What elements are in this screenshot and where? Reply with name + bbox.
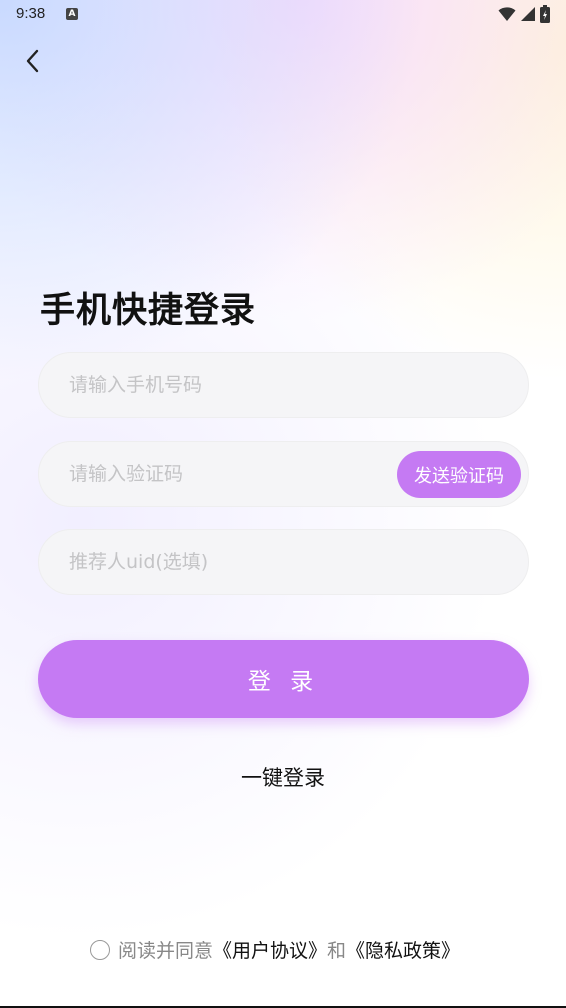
page-title: 手机快捷登录 — [40, 291, 257, 331]
battery-icon — [540, 5, 550, 27]
status-time: 9:38 — [16, 5, 46, 22]
send-code-button[interactable]: 发送验证码 — [397, 451, 521, 498]
notification-icon: A — [66, 8, 78, 20]
phone-input[interactable] — [69, 353, 409, 417]
one-key-login-container: 一键登录 — [0, 762, 566, 792]
status-icons — [498, 5, 550, 27]
login-button[interactable]: 登 录 — [38, 640, 529, 718]
one-key-login-link[interactable]: 一键登录 — [241, 766, 325, 790]
agreement-prefix: 阅读并同意 — [118, 940, 214, 962]
privacy-policy-link[interactable]: 《隐私政策》 — [346, 936, 460, 963]
status-bar: 9:38 A — [0, 0, 566, 30]
back-button[interactable] — [16, 46, 50, 80]
agree-radio[interactable] — [90, 939, 110, 960]
code-field: 发送验证码 — [38, 441, 529, 507]
chevron-left-icon — [23, 49, 43, 77]
agreement-and: 和 — [327, 940, 347, 962]
code-input[interactable] — [69, 442, 409, 506]
user-agreement-link[interactable]: 《用户协议》 — [213, 936, 327, 963]
referrer-field — [38, 529, 529, 595]
agreement-row: 阅读并同意 《用户协议》 和 《隐私政策》 — [90, 936, 460, 963]
referrer-input[interactable] — [69, 530, 409, 594]
phone-field — [38, 352, 529, 418]
wifi-icon — [498, 6, 516, 26]
signal-icon — [520, 6, 536, 26]
